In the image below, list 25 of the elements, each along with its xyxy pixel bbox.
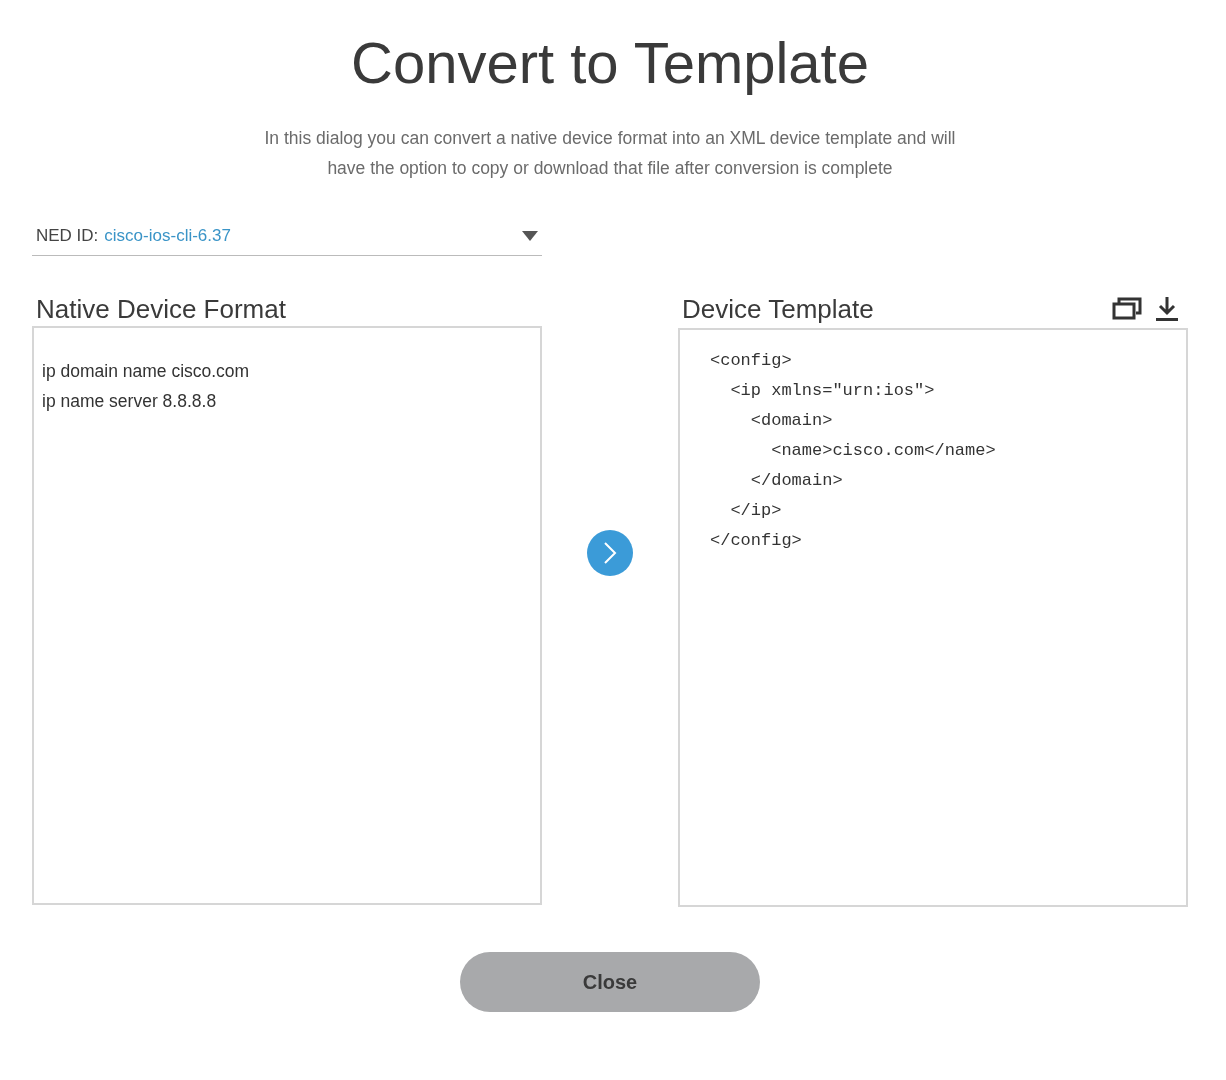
ned-id-label: NED ID: xyxy=(36,225,99,246)
ned-id-value: cisco-ios-cli-6.37 xyxy=(104,225,232,246)
code-line: </ip> xyxy=(729,500,783,522)
copy-icon[interactable] xyxy=(1112,297,1142,321)
code-line: </domain> xyxy=(749,470,844,492)
dropdown-caret-icon xyxy=(522,230,538,241)
convert-arrow-button[interactable] xyxy=(587,530,633,576)
chevron-right-icon xyxy=(603,541,617,565)
description-text: In this dialog you can convert a native device format into an XML device template and will xyxy=(264,128,956,148)
description-text: have the option to copy or download that file after conversion is complete xyxy=(327,158,893,178)
code-line: <name>cisco.com</name> xyxy=(770,440,997,462)
config-line: ip name server 8.8.8.8 xyxy=(42,390,218,413)
panel-title: Native Device Format xyxy=(36,293,286,325)
panel-title: Device Template xyxy=(682,293,874,325)
download-icon[interactable] xyxy=(1156,296,1178,322)
config-line: ip domain name cisco.com xyxy=(42,360,251,383)
native-format-input[interactable]: ip domain name cisco.com ip name server 8.8.8.8 xyxy=(32,326,542,905)
ned-id-dropdown[interactable]: NED ID: cisco-ios-cli-6.37 xyxy=(32,216,542,256)
template-output[interactable]: <config> <ip xmlns="urn:ios"> <domain> <name>cisco.com</name> </domain> </ip> </config> xyxy=(678,328,1188,907)
code-line: <config> xyxy=(710,350,793,372)
close-button[interactable]: Close xyxy=(460,952,760,1012)
code-line: </config> xyxy=(710,530,803,552)
code-line: <ip xmlns="urn:ios"> xyxy=(729,380,936,402)
code-line: <domain> xyxy=(749,410,834,432)
dialog-title: Convert to Template xyxy=(350,29,870,97)
